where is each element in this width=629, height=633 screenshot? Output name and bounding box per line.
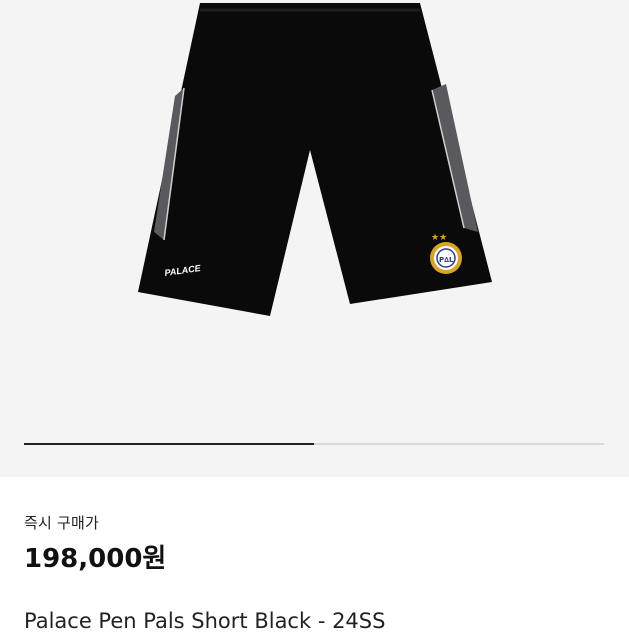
svg-text:★★: ★★ (431, 233, 447, 243)
carousel-progress-fill (24, 443, 314, 445)
price-value: 198,000원 (24, 544, 167, 574)
svg-text:P∆L: P∆L (439, 256, 454, 264)
carousel-progress-track[interactable] (24, 443, 604, 445)
price-label: 즉시 구매가 (24, 514, 99, 532)
product-image[interactable]: PALACE ★★ P∆L (138, 0, 495, 322)
product-hero[interactable]: PALACE ★★ P∆L (0, 0, 629, 477)
product-title: Palace Pen Pals Short Black - 24SS (24, 609, 386, 633)
